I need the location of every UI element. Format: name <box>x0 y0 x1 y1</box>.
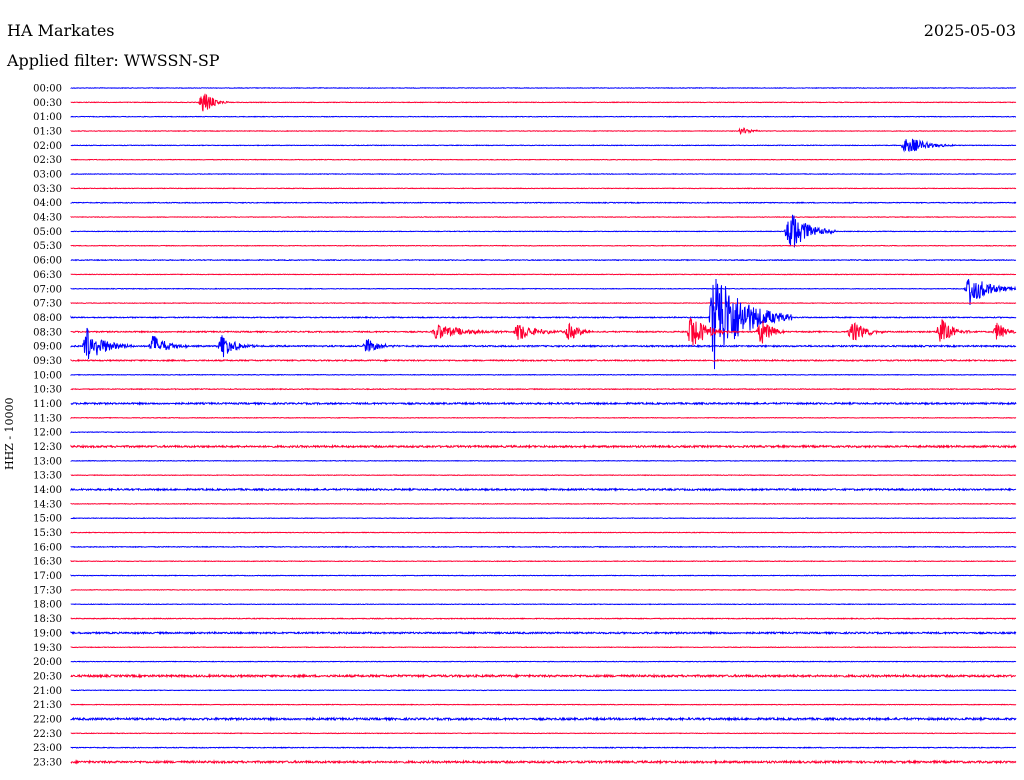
trace-0830 <box>70 317 1017 346</box>
time-label: 11:30 <box>33 413 62 424</box>
time-label: 03:00 <box>33 170 62 181</box>
trace-1830 <box>70 617 1017 620</box>
time-label: 14:30 <box>33 499 62 510</box>
time-label: 04:30 <box>33 213 62 224</box>
trace-0330 <box>70 187 1017 190</box>
time-label: 05:00 <box>33 227 62 238</box>
time-label: 12:30 <box>33 442 62 453</box>
time-label: 12:00 <box>33 428 62 439</box>
trace-1630 <box>70 559 1017 563</box>
time-label: 02:00 <box>33 141 62 152</box>
time-label: 19:00 <box>33 628 62 639</box>
time-label: 06:30 <box>33 270 62 281</box>
time-label: 00:30 <box>33 98 62 109</box>
time-label: 23:00 <box>33 743 62 754</box>
trace-0800 <box>70 278 1017 370</box>
time-label: 05:30 <box>33 241 62 252</box>
time-label: 23:30 <box>33 757 62 768</box>
trace-2130 <box>70 703 1017 706</box>
trace-1600 <box>70 545 1017 549</box>
time-label: 18:00 <box>33 600 62 611</box>
time-label: 10:30 <box>33 385 62 396</box>
time-label: 09:00 <box>33 342 62 353</box>
trace-1000 <box>70 373 1017 376</box>
time-label: 02:30 <box>33 155 62 166</box>
time-label: 04:00 <box>33 198 62 209</box>
time-label: 01:30 <box>33 127 62 138</box>
time-label: 03:30 <box>33 184 62 195</box>
time-label: 15:30 <box>33 528 62 539</box>
trace-1900 <box>70 630 1017 636</box>
time-label: 13:00 <box>33 456 62 467</box>
trace-2230 <box>70 732 1016 735</box>
time-label: 16:30 <box>33 557 62 568</box>
trace-0030 <box>70 93 1017 112</box>
time-label: 07:00 <box>33 284 62 295</box>
trace-0530 <box>70 244 1017 247</box>
trace-2330 <box>70 759 1017 765</box>
trace-0700 <box>70 279 1017 305</box>
trace-0230 <box>70 158 1017 161</box>
trace-0130 <box>70 127 1017 135</box>
trace-1400 <box>70 487 1017 492</box>
trace-1430 <box>70 502 1017 505</box>
trace-0430 <box>70 216 1017 219</box>
trace-1800 <box>70 603 1017 606</box>
time-label: 20:00 <box>33 657 62 668</box>
time-label: 07:30 <box>33 299 62 310</box>
time-label: 06:00 <box>33 256 62 267</box>
trace-2300 <box>70 746 1017 749</box>
time-label: 20:30 <box>33 671 62 682</box>
helicorder-plot: 00:00 00:30 01:00 01:30 02:00 02:30 03:00 03:30… <box>33 84 1017 768</box>
time-label: 19:30 <box>33 643 62 654</box>
trace-0200 <box>70 138 1017 153</box>
time-label: 11:00 <box>33 399 62 410</box>
time-label: 16:00 <box>33 542 62 553</box>
trace-2000 <box>70 660 1017 663</box>
trace-1730 <box>70 588 1017 591</box>
time-label: 08:00 <box>33 313 62 324</box>
trace-0600 <box>70 258 1017 262</box>
time-label: 09:30 <box>33 356 62 367</box>
trace-1530 <box>70 531 1017 534</box>
trace-1200 <box>70 431 1017 434</box>
time-label: 08:30 <box>33 327 62 338</box>
trace-2030 <box>70 673 1017 679</box>
trace-2200 <box>70 716 1017 722</box>
trace-0930 <box>70 358 1017 363</box>
trace-1230 <box>70 443 1017 450</box>
time-label: 10:00 <box>33 370 62 381</box>
time-label: 22:00 <box>33 714 62 725</box>
time-label: 00:00 <box>33 84 62 95</box>
time-label: 21:00 <box>33 686 62 697</box>
time-label: 15:00 <box>33 514 62 525</box>
trace-1030 <box>70 387 1017 391</box>
trace-1700 <box>70 574 1017 577</box>
trace-1300 <box>70 459 1017 462</box>
time-label: 13:30 <box>33 471 62 482</box>
trace-0500 <box>70 214 1017 248</box>
time-label: 17:00 <box>33 571 62 582</box>
trace-2100 <box>70 689 1017 692</box>
time-label: 22:30 <box>33 729 62 740</box>
trace-0000 <box>70 86 1017 90</box>
time-label: 21:30 <box>33 700 62 711</box>
time-label: 01:00 <box>33 112 62 123</box>
trace-0400 <box>70 201 1017 204</box>
trace-1930 <box>70 646 1017 649</box>
time-label: 18:30 <box>33 614 62 625</box>
trace-1100 <box>70 401 1017 406</box>
trace-0100 <box>70 115 1017 118</box>
time-label: 17:30 <box>33 585 62 596</box>
trace-1130 <box>70 416 1017 420</box>
trace-0630 <box>70 273 1017 276</box>
trace-0730 <box>70 302 1017 305</box>
trace-1500 <box>70 517 1017 520</box>
trace-1330 <box>70 474 1017 477</box>
time-label: 14:00 <box>33 485 62 496</box>
trace-0300 <box>70 172 1017 176</box>
